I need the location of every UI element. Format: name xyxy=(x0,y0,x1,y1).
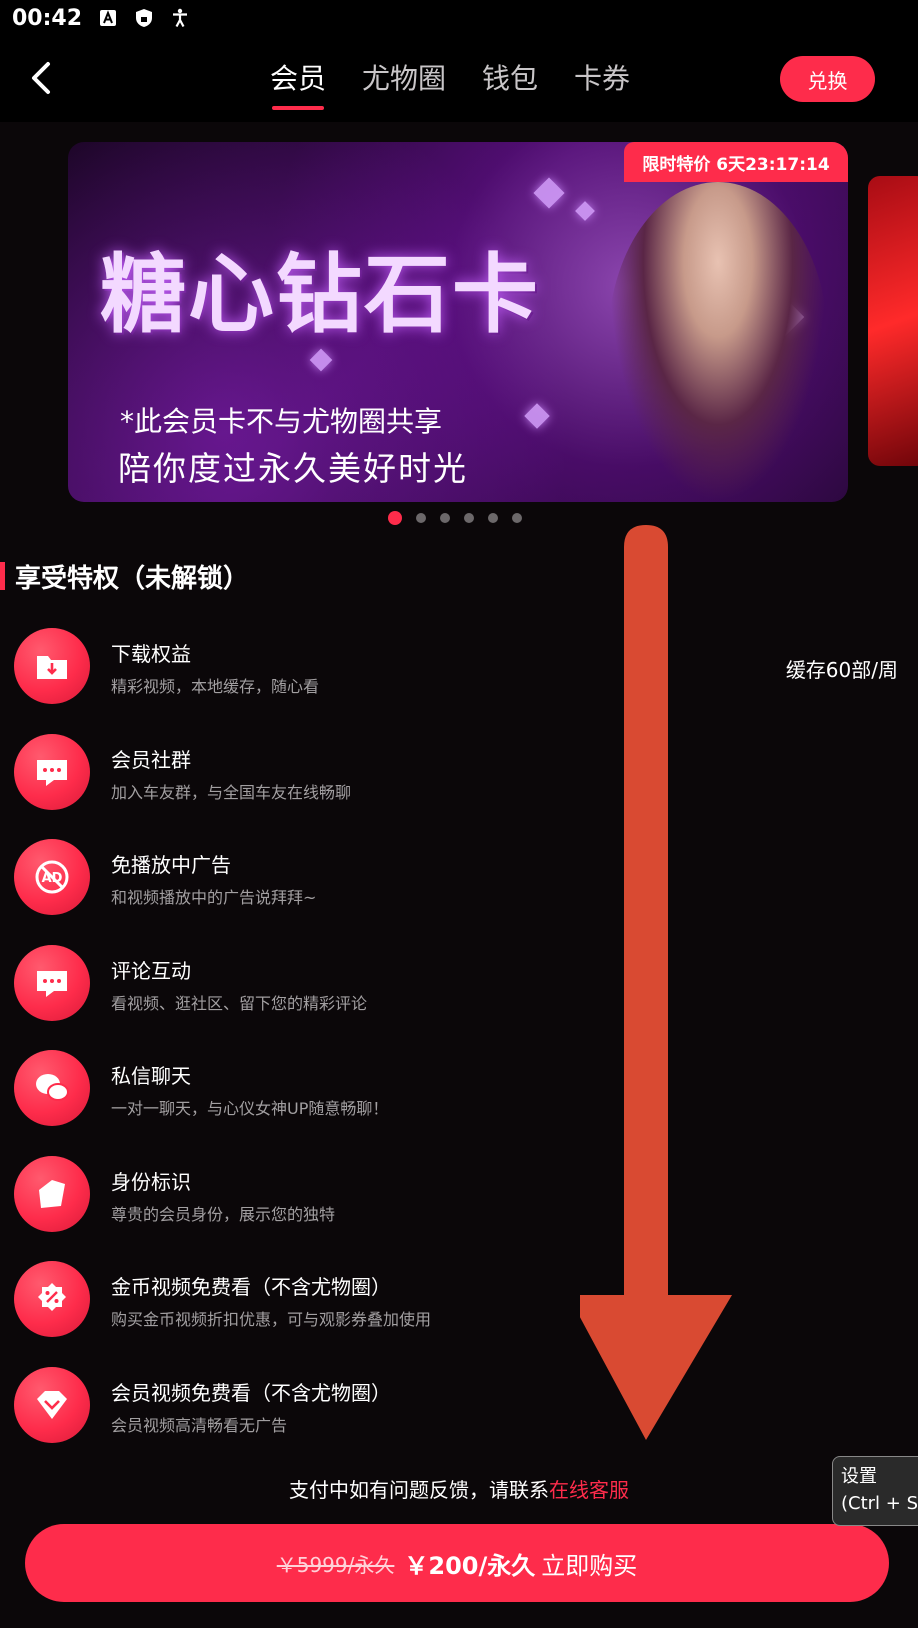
privilege-title: 身份标识 xyxy=(111,1169,191,1194)
privilege-private-chat: 私信聊天 一对一聊天，与心仪女神UP随意畅聊！ xyxy=(0,1050,918,1156)
privilege-identity: 身份标识 尊贵的会员身份，展示您的独特 xyxy=(0,1155,918,1262)
privilege-desc: 会员视频高清畅看无广告 xyxy=(111,1415,288,1435)
carousel-dot[interactable] xyxy=(440,513,450,523)
tab-youwuquan[interactable]: 尤物圈 xyxy=(362,36,446,122)
privilege-title: 私信聊天 xyxy=(111,1064,191,1088)
gem-icon xyxy=(309,348,333,372)
coin-discount-icon xyxy=(14,1261,90,1337)
privilege-desc: 一对一聊天，与心仪女神UP随意畅聊！ xyxy=(111,1099,389,1118)
chat-bubble-icon xyxy=(14,733,90,810)
carousel-dot[interactable] xyxy=(464,513,474,523)
private-message-icon xyxy=(14,1050,90,1126)
carousel-dot[interactable] xyxy=(512,513,522,523)
settings-tooltip: 设置 (Ctrl + S xyxy=(832,1456,918,1526)
tooltip-line: (Ctrl + S xyxy=(841,1493,918,1514)
banner-model-image xyxy=(608,182,828,502)
carousel-dots xyxy=(388,511,536,525)
privilege-coin-video: 金币视频免费看（不含尤物圈） 购买金币视频折扣优惠，可与观影券叠加使用 xyxy=(0,1261,918,1367)
privilege-title: 免播放中广告 xyxy=(111,853,231,877)
gem-icon xyxy=(533,177,565,209)
privilege-desc: 看视频、逛社区、留下您的精彩评论 xyxy=(111,993,368,1013)
privilege-desc: 购买金币视频折扣优惠，可与观影券叠加使用 xyxy=(111,1310,432,1329)
privileges-section-title: 享受特权（未解锁） xyxy=(0,556,249,596)
banner-diamond-card[interactable]: 糖心钻石卡 *此会员卡不与尤物圈共享 陪你度过永久美好时光 xyxy=(68,142,848,502)
download-folder-icon xyxy=(14,628,90,704)
tab-bar: 会员 尤物圈 钱包 卡券 xyxy=(270,36,666,122)
chevron-left-icon xyxy=(32,62,50,94)
privilege-download: 下载权益 精彩视频，本地缓存，随心看 缓存60部/周 xyxy=(0,628,918,734)
carousel-dot[interactable] xyxy=(488,513,498,523)
status-time: 00:42 xyxy=(12,5,83,31)
buy-now-button[interactable]: ￥5999/永久 ￥200/永久 立即购买 xyxy=(25,1524,889,1602)
a-box-icon xyxy=(98,8,118,28)
privilege-community: 会员社群 加入车友群，与全国车友在线畅聊 xyxy=(0,733,918,840)
banner-title: 糖心钻石卡 xyxy=(100,244,540,345)
buy-now-label: 立即购买 xyxy=(541,1551,638,1580)
privilege-title: 金币视频免费看（不含尤物圈） xyxy=(111,1275,391,1299)
accessibility-icon xyxy=(170,8,190,28)
help-text: 支付中如有问题反馈，请联系 xyxy=(289,1478,549,1502)
banner-note: *此会员卡不与尤物圈共享 xyxy=(120,405,443,438)
tab-coupons[interactable]: 卡券 xyxy=(574,36,630,122)
privilege-no-ads: AD 免播放中广告 和视频播放中的广告说拜拜~ xyxy=(0,839,918,945)
tooltip-line: 设置 xyxy=(841,1466,877,1487)
section-title-text: 享受特权（未解锁） xyxy=(15,563,250,594)
privilege-title: 下载权益 xyxy=(111,642,191,666)
shield-icon xyxy=(134,8,154,28)
privilege-title: 评论互动 xyxy=(111,958,191,983)
privilege-desc: 尊贵的会员身份，展示您的独特 xyxy=(111,1204,336,1224)
privileges-list: 下载权益 精彩视频，本地缓存，随心看 缓存60部/周 会员社群 加入车友群，与全… xyxy=(0,628,918,1472)
promo-countdown-badge: 限时特价 6天23:17:14 xyxy=(624,142,848,182)
identity-tag-icon xyxy=(14,1155,90,1232)
status-bar: 00:42 xyxy=(0,0,918,36)
banner-subtitle: 陪你度过永久美好时光 xyxy=(118,449,468,488)
ad-block-icon: AD xyxy=(14,839,90,915)
redeem-button[interactable]: 兑换 xyxy=(780,56,875,102)
tab-wallet[interactable]: 钱包 xyxy=(482,36,538,122)
header: 会员 尤物圈 钱包 卡券 兑换 xyxy=(0,36,918,122)
privilege-title: 会员社群 xyxy=(111,747,191,772)
carousel-dot[interactable] xyxy=(416,513,426,523)
section-accent-bar xyxy=(0,562,5,590)
privilege-desc: 精彩视频，本地缓存，随心看 xyxy=(111,677,320,696)
tab-member[interactable]: 会员 xyxy=(270,36,326,122)
member-diamond-icon xyxy=(14,1366,90,1443)
sale-price: ￥200/永久 xyxy=(404,1551,536,1580)
privilege-comments: 评论互动 看视频、逛社区、留下您的精彩评论 xyxy=(0,944,918,1051)
privilege-member-video: 会员视频免费看（不含尤物圈） 会员视频高清畅看无广告 xyxy=(0,1366,918,1473)
privilege-desc: 和视频播放中的广告说拜拜~ xyxy=(111,888,317,907)
privilege-desc: 加入车友群，与全国车友在线畅聊 xyxy=(111,782,352,802)
comment-icon xyxy=(14,944,90,1021)
payment-help-line: 支付中如有问题反馈，请联系在线客服 xyxy=(0,1474,918,1503)
gem-icon xyxy=(524,403,550,429)
privilege-title: 会员视频免费看（不含尤物圈） xyxy=(111,1380,391,1405)
back-button[interactable] xyxy=(22,58,62,98)
banner-carousel[interactable]: 糖心钻石卡 *此会员卡不与尤物圈共享 陪你度过永久美好时光 限时特价 6天23:… xyxy=(0,122,918,522)
banner-next-slide[interactable] xyxy=(868,176,918,466)
gem-icon xyxy=(575,201,595,221)
privilege-extra: 缓存60部/周 xyxy=(785,658,898,682)
original-price: ￥5999/永久 xyxy=(276,1552,395,1577)
online-support-link[interactable]: 在线客服 xyxy=(549,1478,629,1502)
carousel-dot[interactable] xyxy=(388,511,402,525)
